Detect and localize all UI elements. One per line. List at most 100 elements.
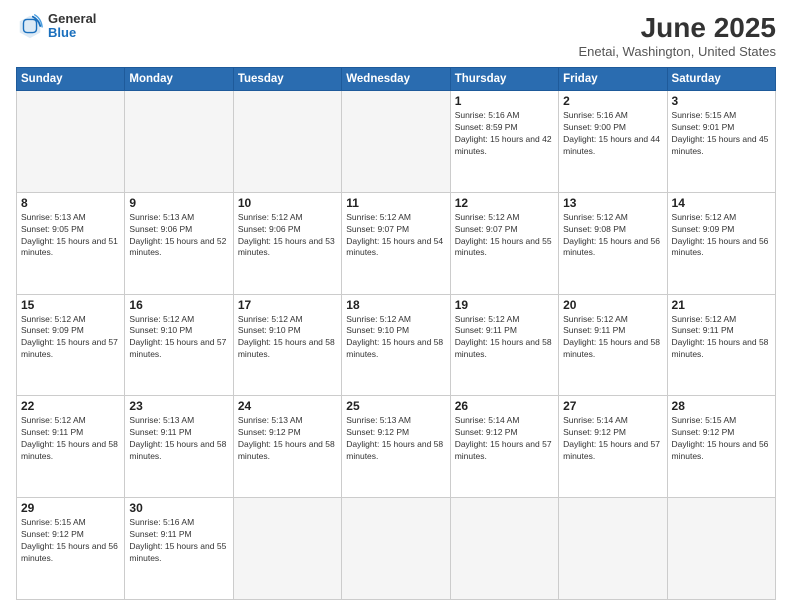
table-row [450, 498, 558, 600]
title-block: June 2025 Enetai, Washington, United Sta… [578, 12, 776, 59]
day-number: 19 [455, 298, 554, 312]
table-row: 16 Sunrise: 5:12 AM Sunset: 9:10 PM Dayl… [125, 294, 233, 396]
day-number: 28 [672, 399, 771, 413]
day-number: 17 [238, 298, 337, 312]
day-number: 30 [129, 501, 228, 515]
day-number: 3 [672, 94, 771, 108]
table-row: 8 Sunrise: 5:13 AM Sunset: 9:05 PM Dayli… [17, 192, 125, 294]
logo-text: General Blue [48, 12, 96, 41]
table-row: 20 Sunrise: 5:12 AM Sunset: 9:11 PM Dayl… [559, 294, 667, 396]
calendar-table: Sunday Monday Tuesday Wednesday Thursday… [16, 67, 776, 600]
table-row [17, 91, 125, 193]
table-row: 24 Sunrise: 5:13 AM Sunset: 9:12 PM Dayl… [233, 396, 341, 498]
table-row [233, 498, 341, 600]
table-row: 14 Sunrise: 5:12 AM Sunset: 9:09 PM Dayl… [667, 192, 775, 294]
table-row: 21 Sunrise: 5:12 AM Sunset: 9:11 PM Dayl… [667, 294, 775, 396]
table-row: 28 Sunrise: 5:15 AM Sunset: 9:12 PM Dayl… [667, 396, 775, 498]
table-row: 19 Sunrise: 5:12 AM Sunset: 9:11 PM Dayl… [450, 294, 558, 396]
day-number: 24 [238, 399, 337, 413]
day-info: Sunrise: 5:15 AM Sunset: 9:01 PM Dayligh… [672, 110, 771, 158]
day-number: 11 [346, 196, 445, 210]
table-row: 10 Sunrise: 5:12 AM Sunset: 9:06 PM Dayl… [233, 192, 341, 294]
day-info: Sunrise: 5:12 AM Sunset: 9:10 PM Dayligh… [129, 314, 228, 362]
day-info: Sunrise: 5:12 AM Sunset: 9:11 PM Dayligh… [455, 314, 554, 362]
day-info: Sunrise: 5:13 AM Sunset: 9:12 PM Dayligh… [238, 415, 337, 463]
weekday-thursday: Thursday [450, 68, 558, 91]
day-info: Sunrise: 5:12 AM Sunset: 9:07 PM Dayligh… [455, 212, 554, 260]
logo-icon [16, 12, 44, 40]
weekday-sunday: Sunday [17, 68, 125, 91]
logo-blue-label: Blue [48, 26, 96, 40]
day-info: Sunrise: 5:15 AM Sunset: 9:12 PM Dayligh… [21, 517, 120, 565]
day-number: 12 [455, 196, 554, 210]
calendar-week-row: 29 Sunrise: 5:15 AM Sunset: 9:12 PM Dayl… [17, 498, 776, 600]
day-number: 16 [129, 298, 228, 312]
calendar-week-row: 22 Sunrise: 5:12 AM Sunset: 9:11 PM Dayl… [17, 396, 776, 498]
table-row: 23 Sunrise: 5:13 AM Sunset: 9:11 PM Dayl… [125, 396, 233, 498]
day-number: 27 [563, 399, 662, 413]
logo: General Blue [16, 12, 96, 41]
day-number: 18 [346, 298, 445, 312]
day-info: Sunrise: 5:15 AM Sunset: 9:12 PM Dayligh… [672, 415, 771, 463]
table-row [559, 498, 667, 600]
weekday-tuesday: Tuesday [233, 68, 341, 91]
table-row: 22 Sunrise: 5:12 AM Sunset: 9:11 PM Dayl… [17, 396, 125, 498]
day-info: Sunrise: 5:12 AM Sunset: 9:11 PM Dayligh… [563, 314, 662, 362]
table-row: 3 Sunrise: 5:15 AM Sunset: 9:01 PM Dayli… [667, 91, 775, 193]
day-number: 23 [129, 399, 228, 413]
table-row [667, 498, 775, 600]
day-number: 2 [563, 94, 662, 108]
day-number: 25 [346, 399, 445, 413]
day-info: Sunrise: 5:13 AM Sunset: 9:06 PM Dayligh… [129, 212, 228, 260]
table-row [233, 91, 341, 193]
day-info: Sunrise: 5:13 AM Sunset: 9:12 PM Dayligh… [346, 415, 445, 463]
table-row: 18 Sunrise: 5:12 AM Sunset: 9:10 PM Dayl… [342, 294, 450, 396]
day-number: 20 [563, 298, 662, 312]
logo-general-label: General [48, 12, 96, 26]
table-row: 25 Sunrise: 5:13 AM Sunset: 9:12 PM Dayl… [342, 396, 450, 498]
weekday-saturday: Saturday [667, 68, 775, 91]
day-info: Sunrise: 5:12 AM Sunset: 9:09 PM Dayligh… [21, 314, 120, 362]
table-row: 30 Sunrise: 5:16 AM Sunset: 9:11 PM Dayl… [125, 498, 233, 600]
table-row: 9 Sunrise: 5:13 AM Sunset: 9:06 PM Dayli… [125, 192, 233, 294]
calendar-week-row: 1 Sunrise: 5:16 AM Sunset: 8:59 PM Dayli… [17, 91, 776, 193]
day-info: Sunrise: 5:13 AM Sunset: 9:11 PM Dayligh… [129, 415, 228, 463]
day-number: 21 [672, 298, 771, 312]
table-row: 15 Sunrise: 5:12 AM Sunset: 9:09 PM Dayl… [17, 294, 125, 396]
table-row: 13 Sunrise: 5:12 AM Sunset: 9:08 PM Dayl… [559, 192, 667, 294]
table-row: 12 Sunrise: 5:12 AM Sunset: 9:07 PM Dayl… [450, 192, 558, 294]
table-row [125, 91, 233, 193]
header: General Blue June 2025 Enetai, Washingto… [16, 12, 776, 59]
table-row: 27 Sunrise: 5:14 AM Sunset: 9:12 PM Dayl… [559, 396, 667, 498]
table-row [342, 91, 450, 193]
page: General Blue June 2025 Enetai, Washingto… [0, 0, 792, 612]
day-number: 8 [21, 196, 120, 210]
day-info: Sunrise: 5:13 AM Sunset: 9:05 PM Dayligh… [21, 212, 120, 260]
day-number: 9 [129, 196, 228, 210]
day-info: Sunrise: 5:12 AM Sunset: 9:06 PM Dayligh… [238, 212, 337, 260]
day-info: Sunrise: 5:16 AM Sunset: 8:59 PM Dayligh… [455, 110, 554, 158]
day-number: 15 [21, 298, 120, 312]
table-row: 26 Sunrise: 5:14 AM Sunset: 9:12 PM Dayl… [450, 396, 558, 498]
weekday-friday: Friday [559, 68, 667, 91]
day-info: Sunrise: 5:16 AM Sunset: 9:11 PM Dayligh… [129, 517, 228, 565]
day-number: 1 [455, 94, 554, 108]
day-info: Sunrise: 5:12 AM Sunset: 9:07 PM Dayligh… [346, 212, 445, 260]
table-row [342, 498, 450, 600]
day-number: 14 [672, 196, 771, 210]
weekday-monday: Monday [125, 68, 233, 91]
day-info: Sunrise: 5:12 AM Sunset: 9:11 PM Dayligh… [21, 415, 120, 463]
day-number: 13 [563, 196, 662, 210]
day-info: Sunrise: 5:16 AM Sunset: 9:00 PM Dayligh… [563, 110, 662, 158]
calendar-header-row: Sunday Monday Tuesday Wednesday Thursday… [17, 68, 776, 91]
calendar-week-row: 8 Sunrise: 5:13 AM Sunset: 9:05 PM Dayli… [17, 192, 776, 294]
day-info: Sunrise: 5:12 AM Sunset: 9:11 PM Dayligh… [672, 314, 771, 362]
table-row: 29 Sunrise: 5:15 AM Sunset: 9:12 PM Dayl… [17, 498, 125, 600]
table-row: 2 Sunrise: 5:16 AM Sunset: 9:00 PM Dayli… [559, 91, 667, 193]
day-number: 29 [21, 501, 120, 515]
day-info: Sunrise: 5:12 AM Sunset: 9:10 PM Dayligh… [238, 314, 337, 362]
day-info: Sunrise: 5:12 AM Sunset: 9:09 PM Dayligh… [672, 212, 771, 260]
day-info: Sunrise: 5:14 AM Sunset: 9:12 PM Dayligh… [455, 415, 554, 463]
day-info: Sunrise: 5:12 AM Sunset: 9:08 PM Dayligh… [563, 212, 662, 260]
title-location: Enetai, Washington, United States [578, 44, 776, 59]
